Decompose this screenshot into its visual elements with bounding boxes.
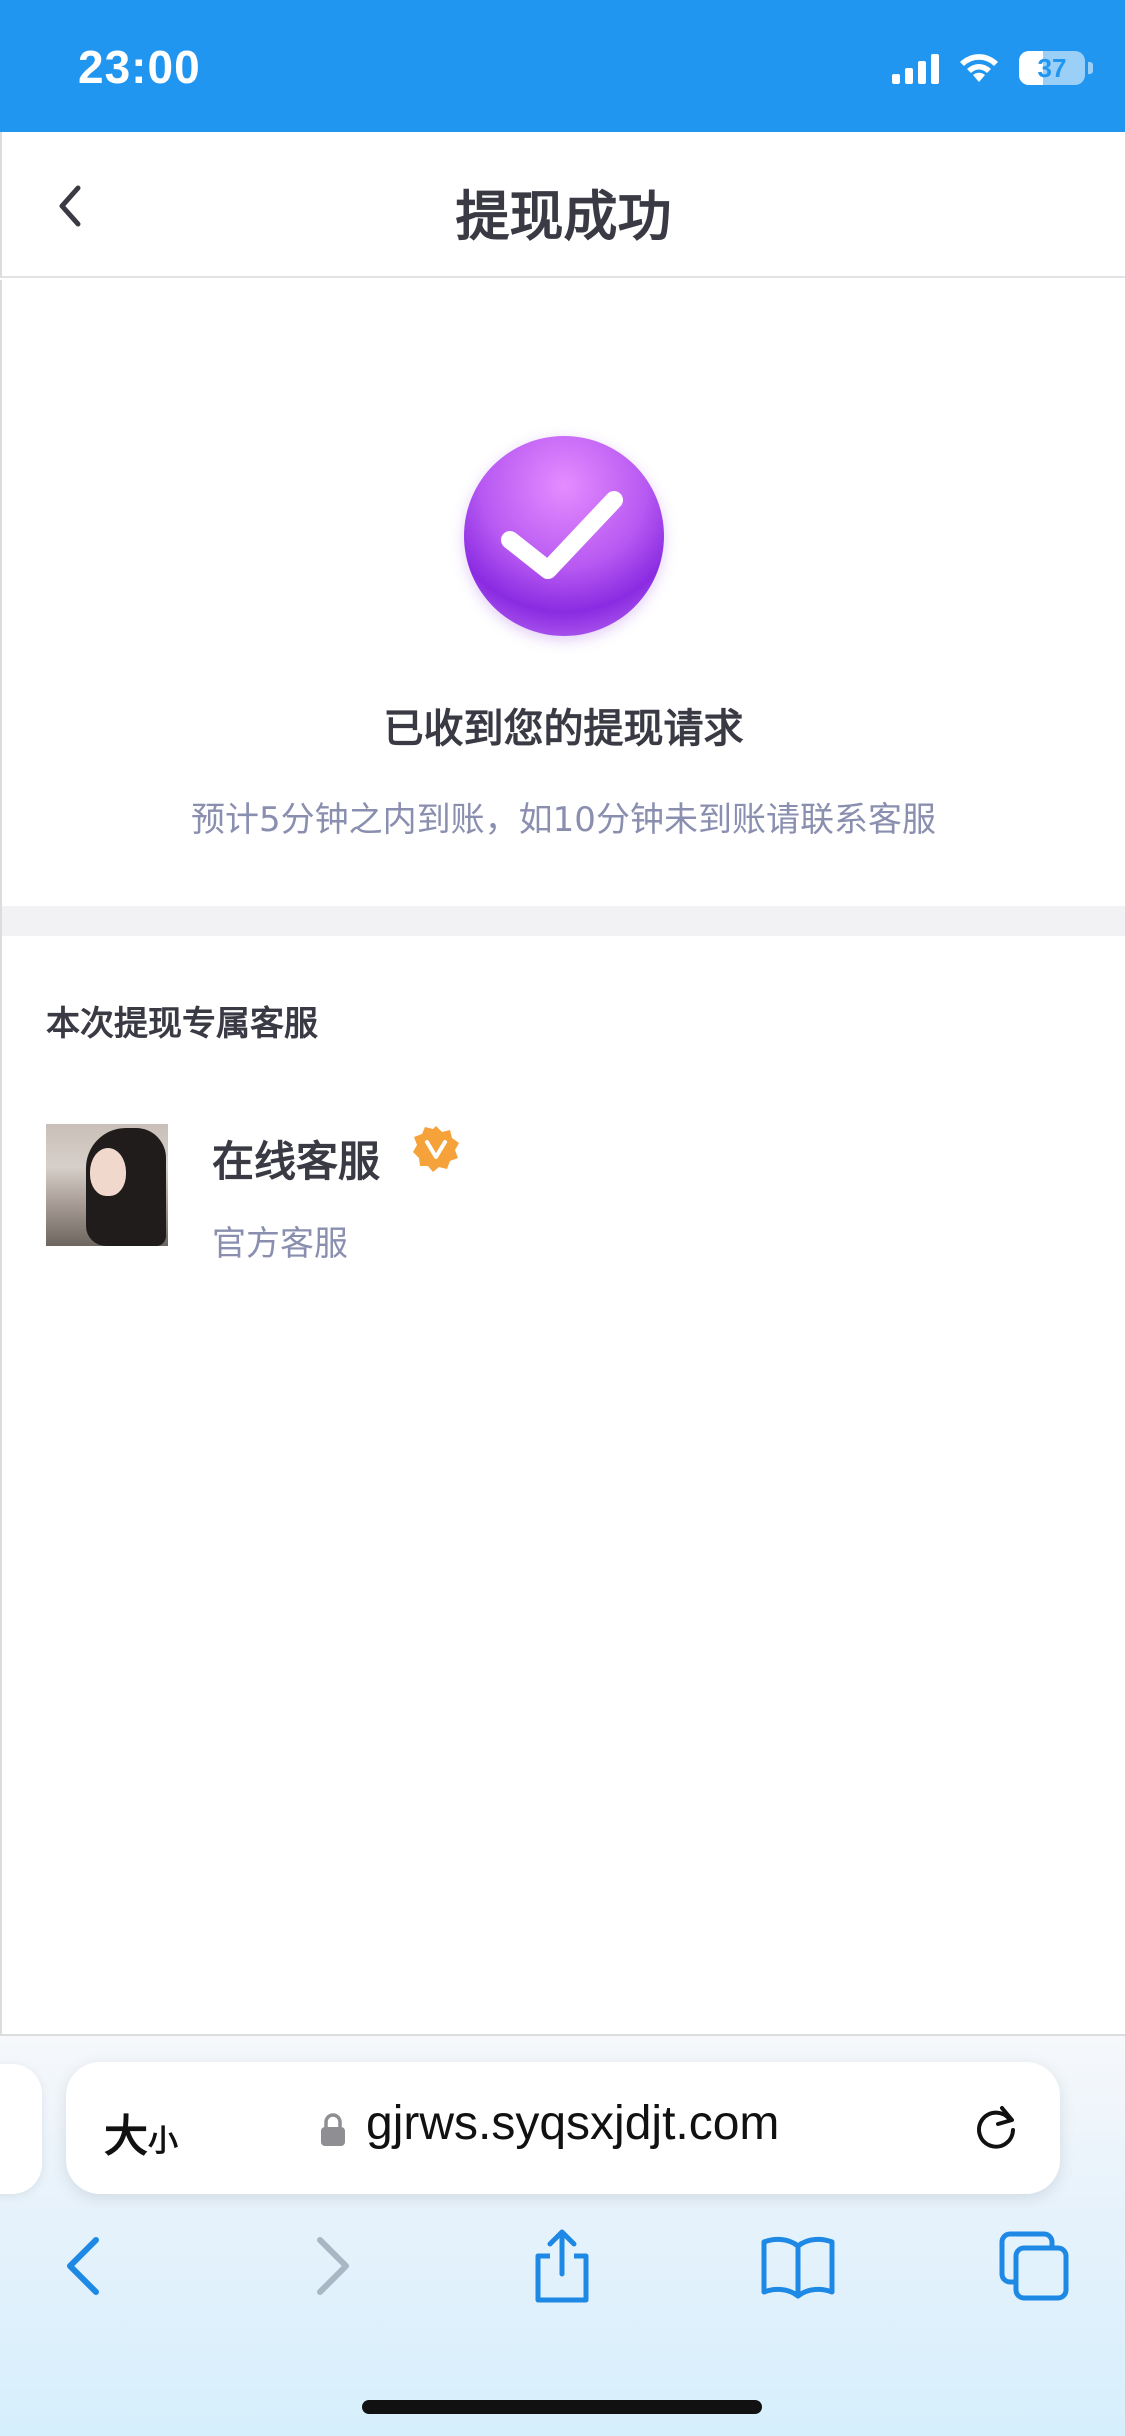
battery-icon: 37 — [1019, 51, 1093, 85]
avatar-face — [90, 1148, 126, 1196]
check-mark-icon — [501, 491, 623, 579]
text-size-small: 小 — [148, 2124, 178, 2159]
customer-service-card[interactable]: 在线客服 官方客服 — [46, 1124, 1086, 1264]
browser-bottom-bar: 大小 gjrws.syqsxjdjt.com — [0, 2036, 1125, 2436]
tabs-icon[interactable] — [994, 2226, 1074, 2306]
battery-level: 37 — [1037, 52, 1067, 83]
previous-tab-peek[interactable] — [0, 2064, 42, 2194]
url-text[interactable]: gjrws.syqsxjdjt.com — [366, 2096, 779, 2151]
bookmarks-icon[interactable] — [758, 2226, 838, 2306]
success-subtitle: 预计5分钟之内到账，如10分钟未到账请联系客服 — [191, 800, 936, 840]
page-title: 提现成功 — [455, 185, 672, 248]
text-size-big: 大 — [104, 2111, 148, 2162]
avatar — [46, 1124, 168, 1246]
reload-icon[interactable] — [968, 2100, 1024, 2156]
forward-icon[interactable] — [290, 2226, 370, 2306]
back-icon[interactable] — [46, 2226, 126, 2306]
service-subtitle: 官方客服 — [212, 1224, 348, 1264]
section-title: 本次提现专属客服 — [46, 1004, 318, 1044]
wifi-icon — [960, 54, 998, 82]
home-indicator[interactable] — [362, 2400, 762, 2414]
main-content: 已收到您的提现请求 预计5分钟之内到账，如10分钟未到账请联系客服 本次提现专属… — [0, 280, 1125, 2036]
success-title: 已收到您的提现请求 — [383, 706, 744, 752]
browser-toolbar — [0, 2226, 1125, 2326]
share-icon[interactable] — [522, 2226, 602, 2306]
nav-bar: 提现成功 — [0, 132, 1125, 278]
address-bar[interactable]: 大小 gjrws.syqsxjdjt.com — [66, 2062, 1060, 2194]
status-icons: 37 — [892, 48, 1093, 88]
text-size-button[interactable]: 大小 — [104, 2100, 178, 2164]
signal-icon — [892, 52, 939, 84]
lock-icon — [321, 2113, 345, 2146]
status-time: 23:00 — [78, 41, 201, 93]
verified-badge-icon — [413, 1126, 459, 1172]
status-bar: 23:00 37 — [0, 0, 1125, 132]
check-circle-icon — [464, 436, 664, 636]
section-divider — [2, 906, 1125, 936]
service-name: 在线客服 — [212, 1137, 381, 1186]
